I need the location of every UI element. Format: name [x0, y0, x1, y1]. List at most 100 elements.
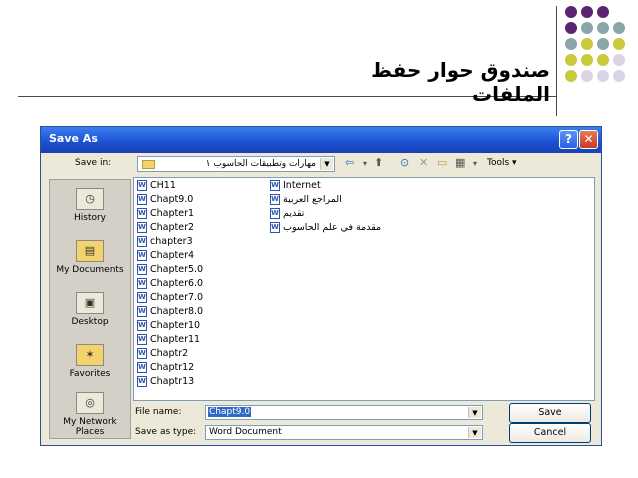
search-web-icon[interactable]: ⊙ [400, 156, 409, 169]
list-item[interactable]: W المراجع العربية [270, 194, 342, 207]
list-item[interactable]: W Chaptr13 [137, 376, 194, 389]
views-dropdown-icon[interactable]: ▾ [473, 159, 477, 168]
list-item[interactable]: W Chapter8.0 [137, 306, 203, 319]
word-doc-icon: W [270, 222, 280, 233]
dot [613, 54, 625, 66]
favorites-icon: ✶ [76, 344, 104, 366]
close-button[interactable]: ✕ [579, 130, 598, 149]
dot [597, 38, 609, 50]
back-icon[interactable]: ⇦ [345, 156, 354, 169]
save-as-type-dropdown[interactable]: Word Document ▼ [205, 425, 483, 440]
file-name-value: Chapt9.0 [208, 407, 252, 417]
list-item[interactable]: W Chapter2 [137, 222, 194, 235]
list-item[interactable]: W Internet [270, 180, 321, 193]
place-desktop[interactable]: ▣ Desktop [50, 292, 130, 327]
place-my-documents[interactable]: ▤ My Documents [50, 240, 130, 275]
word-doc-icon: W [137, 376, 147, 387]
list-item[interactable]: W Chaptr12 [137, 362, 194, 375]
history-icon: ◷ [76, 188, 104, 210]
dot [597, 6, 609, 18]
dot [565, 6, 577, 18]
list-item[interactable]: W Chaptr2 [137, 348, 188, 361]
chevron-down-icon[interactable]: ▼ [320, 158, 333, 170]
dot [581, 70, 593, 82]
dot [597, 54, 609, 66]
list-item[interactable]: W Chapter11 [137, 334, 200, 347]
dot [581, 54, 593, 66]
list-item[interactable]: W Chapter7.0 [137, 292, 203, 305]
word-doc-icon: W [137, 208, 147, 219]
list-item[interactable]: W Chapt9.0 [137, 194, 193, 207]
dot [581, 22, 593, 34]
save-as-type-value: Word Document [209, 427, 282, 437]
file-list[interactable]: W CH11 W Chapt9.0 W Chapter1 W Chapter2 Wcha… [133, 177, 595, 401]
slide-title: صندوق حوار حفظ الملفات [371, 58, 550, 106]
up-folder-icon[interactable]: ⬆ [374, 156, 383, 169]
dot [581, 38, 593, 50]
chevron-down-icon[interactable]: ▼ [468, 407, 481, 418]
place-my-network-places[interactable]: ◎ My Network Places [50, 392, 130, 437]
dot [613, 70, 625, 82]
dot [565, 38, 577, 50]
word-doc-icon: W [270, 180, 280, 191]
save-as-type-label: Save as type: [135, 427, 197, 437]
word-doc-icon: W [137, 180, 147, 191]
dot [613, 22, 625, 34]
word-doc-icon: W [137, 320, 147, 331]
save-in-label: Save in: [75, 158, 112, 168]
word-doc-icon: W [137, 250, 147, 261]
list-item[interactable]: W Chapter1 [137, 208, 194, 221]
word-doc-icon: W [137, 292, 147, 303]
file-name-label: File name: [135, 407, 182, 417]
desktop-icon: ▣ [76, 292, 104, 314]
place-history[interactable]: ◷ History [50, 188, 130, 223]
word-doc-icon: W [137, 264, 147, 275]
save-in-dropdown[interactable]: مهارات وتطبيقات الحاسوب ١ ▼ [137, 156, 335, 172]
place-favorites[interactable]: ✶ Favorites [50, 344, 130, 379]
help-button[interactable]: ? [559, 130, 578, 149]
list-item[interactable]: W تقديم [270, 208, 304, 221]
chevron-down-icon[interactable]: ▼ [468, 427, 481, 438]
save-as-dialog: Save As ? ✕ Save in: مهارات وتطبيقات الح… [40, 126, 602, 446]
dot [581, 6, 593, 18]
new-folder-icon[interactable]: ▭ [437, 156, 447, 169]
tools-menu[interactable]: Tools ▾ [487, 158, 517, 168]
list-item[interactable]: W Chapter10 [137, 320, 200, 333]
dialog-title: Save As [49, 132, 98, 145]
word-doc-icon: W [270, 194, 280, 205]
word-doc-icon: W [137, 334, 147, 345]
dot [613, 38, 625, 50]
dot [597, 70, 609, 82]
views-icon[interactable]: ▦ [455, 156, 465, 169]
dot [565, 54, 577, 66]
list-item[interactable]: W مقدمة في علم الحاسوب [270, 222, 381, 235]
file-name-input[interactable]: Chapt9.0 ▼ [205, 405, 483, 420]
list-item[interactable]: W Chapter6.0 [137, 278, 203, 291]
list-item[interactable]: W Chapter5.0 [137, 264, 203, 277]
list-item[interactable]: W CH11 [137, 180, 176, 193]
cancel-button[interactable]: Cancel [509, 423, 591, 443]
word-doc-icon: W [137, 222, 147, 233]
word-doc-icon: W [137, 236, 147, 247]
list-item[interactable]: Wchapter3 [137, 236, 193, 249]
dot [597, 22, 609, 34]
dialog-titlebar[interactable]: Save As ? ✕ [41, 127, 601, 153]
word-doc-icon: W [137, 278, 147, 289]
decorative-dots [565, 6, 637, 92]
word-doc-icon: W [137, 362, 147, 373]
word-doc-icon: W [137, 306, 147, 317]
word-doc-icon: W [137, 348, 147, 359]
word-doc-icon: W [270, 208, 280, 219]
save-button[interactable]: Save [509, 403, 591, 423]
dot [565, 70, 577, 82]
network-places-icon: ◎ [76, 392, 104, 414]
save-in-value: مهارات وتطبيقات الحاسوب ١ [205, 159, 316, 169]
my-documents-icon: ▤ [76, 240, 104, 262]
slide-divider-vertical [556, 6, 557, 116]
delete-icon[interactable]: ✕ [419, 156, 428, 169]
back-dropdown-icon[interactable]: ▾ [363, 159, 367, 168]
dot [565, 22, 577, 34]
list-item[interactable]: W Chapter4 [137, 250, 194, 263]
places-bar: ◷ History ▤ My Documents ▣ Desktop ✶ Fav… [49, 179, 131, 439]
word-doc-icon: W [137, 194, 147, 205]
